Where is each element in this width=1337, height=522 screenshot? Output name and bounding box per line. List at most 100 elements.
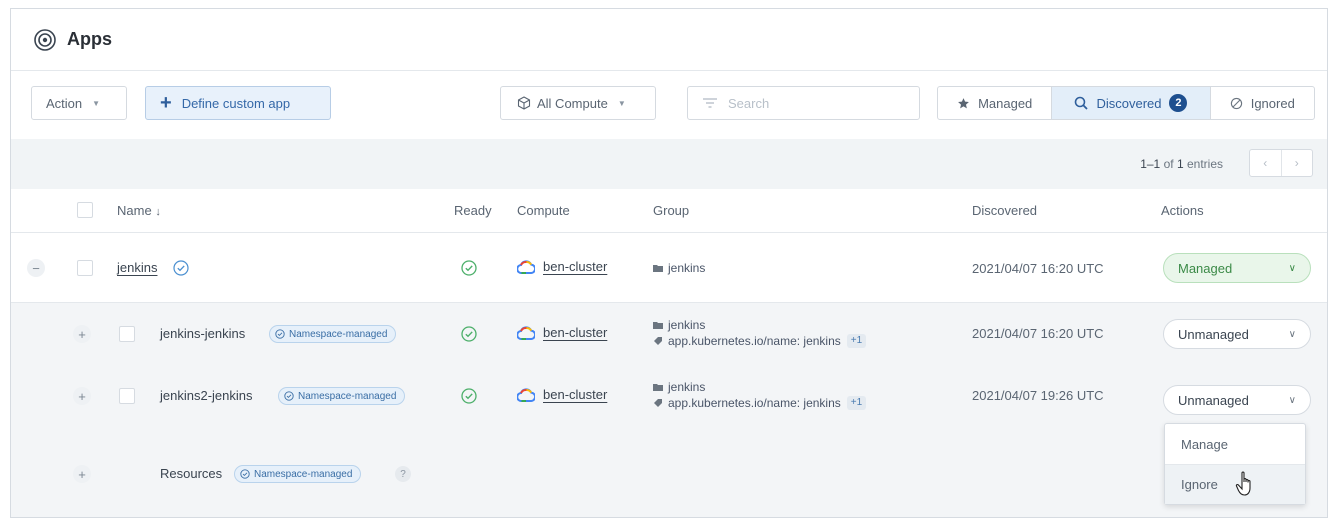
- column-discovered: Discovered: [972, 203, 1038, 218]
- discovered-count-badge: 2: [1169, 94, 1188, 112]
- row-checkbox[interactable]: [119, 326, 135, 342]
- toolbar: Action ▼ + Define custom app All Compute…: [11, 71, 1327, 139]
- ignored-icon: [1230, 97, 1242, 109]
- search-input[interactable]: Search: [687, 86, 920, 120]
- group-cell: jenkins app.kubernetes.io/name: jenkins …: [653, 379, 867, 411]
- app-name-link[interactable]: jenkins: [117, 260, 157, 275]
- action-value: Managed: [1178, 260, 1233, 276]
- apps-icon: [34, 28, 56, 51]
- tab-ignored[interactable]: Ignored: [1209, 87, 1314, 119]
- google-cloud-icon: [517, 325, 535, 340]
- page-header: Apps: [11, 9, 1327, 71]
- compute-filter-dropdown[interactable]: All Compute ▼: [500, 86, 656, 120]
- google-cloud-icon: [517, 259, 535, 274]
- search-placeholder: Search: [728, 95, 770, 111]
- badge-label: Namespace-managed: [254, 468, 353, 480]
- help-icon[interactable]: ?: [395, 466, 411, 482]
- table-row: − jenkins ben-cluster jenkins 2021/04/07…: [11, 233, 1327, 303]
- group-name: jenkins: [668, 261, 706, 275]
- app-name: jenkins2-jenkins: [160, 388, 253, 403]
- group-name: jenkins: [668, 318, 706, 332]
- check-circle-icon: [284, 391, 294, 401]
- column-group: Group: [653, 203, 690, 218]
- caret-down-icon: ▼: [92, 98, 101, 108]
- more-labels-badge[interactable]: +1: [846, 334, 867, 348]
- ready-check-icon: [461, 260, 477, 276]
- folder-icon: [653, 322, 663, 329]
- badge-label: Namespace-managed: [289, 328, 388, 340]
- discovered-time: 2021/04/07 16:20 UTC: [972, 326, 1104, 341]
- column-name[interactable]: Name ↓: [117, 203, 161, 218]
- namespace-managed-badge: Namespace-managed: [234, 465, 362, 483]
- table-row: + jenkins2-jenkins Namespace-managed ben…: [11, 365, 1327, 427]
- action-select[interactable]: Unmanaged ∨: [1163, 319, 1311, 349]
- sort-down-icon: ↓: [155, 206, 161, 218]
- select-all-checkbox[interactable]: [77, 202, 93, 218]
- entries-suffix: entries: [1186, 157, 1223, 171]
- discovered-time: 2021/04/07 16:20 UTC: [972, 261, 1104, 276]
- compute-label: ben-cluster: [543, 387, 608, 402]
- group-cell: jenkins app.kubernetes.io/name: jenkins …: [653, 317, 867, 349]
- badge-label: Namespace-managed: [298, 390, 397, 402]
- define-custom-app-button[interactable]: + Define custom app: [145, 86, 331, 120]
- tab-ignored-label: Ignored: [1250, 95, 1295, 111]
- tab-managed-label: Managed: [978, 95, 1033, 111]
- label-text: app.kubernetes.io/name: jenkins: [668, 334, 841, 348]
- resources-label: Resources: [160, 466, 223, 481]
- namespace-managed-badge: Namespace-managed: [269, 325, 397, 343]
- plus-icon: +: [160, 92, 172, 114]
- ready-check-icon: [461, 326, 477, 342]
- view-switcher: Managed Discovered 2 Ignored: [937, 86, 1315, 120]
- expand-icon[interactable]: +: [73, 387, 91, 405]
- action-value: Unmanaged: [1178, 326, 1249, 342]
- row-checkbox[interactable]: [77, 260, 93, 276]
- compute-label: ben-cluster: [543, 259, 608, 274]
- star-icon: [958, 97, 969, 108]
- next-page-button[interactable]: ›: [1282, 150, 1313, 176]
- namespace-managed-badge: Namespace-managed: [278, 387, 406, 405]
- tag-icon: [654, 337, 662, 345]
- action-select[interactable]: Unmanaged ∨: [1163, 385, 1311, 415]
- action-select[interactable]: Managed ∨: [1163, 253, 1311, 283]
- folder-icon: [653, 384, 663, 391]
- cube-icon: [517, 96, 531, 110]
- table-header: Name ↓ Ready Compute Group Discovered Ac…: [11, 189, 1327, 233]
- column-actions: Actions: [1161, 203, 1204, 218]
- hand-cursor-icon: [1235, 471, 1251, 496]
- discovered-time: 2021/04/07 19:26 UTC: [972, 388, 1104, 403]
- pager: ‹ ›: [1249, 149, 1313, 177]
- folder-icon: [653, 265, 663, 272]
- google-cloud-icon: [517, 387, 535, 402]
- expand-icon[interactable]: +: [73, 325, 91, 343]
- compute-link[interactable]: ben-cluster: [517, 387, 607, 402]
- compute-link[interactable]: ben-cluster: [517, 259, 607, 274]
- pagination-bar: 1–1 of 1 entries ‹ ›: [11, 139, 1327, 189]
- tag-icon: [654, 399, 662, 407]
- compute-link[interactable]: ben-cluster: [517, 325, 607, 340]
- compute-label: All Compute: [537, 95, 608, 111]
- filter-icon: [703, 98, 717, 108]
- entries-count: 1–1 of 1 entries: [1140, 157, 1223, 171]
- menu-item-manage[interactable]: Manage: [1165, 424, 1305, 464]
- app-name: jenkins-jenkins: [160, 326, 246, 341]
- collapse-icon[interactable]: −: [27, 259, 45, 277]
- tab-discovered[interactable]: Discovered 2: [1052, 87, 1210, 119]
- prev-page-button[interactable]: ‹: [1250, 150, 1282, 176]
- table-row: + Resources Namespace-managed ?: [11, 427, 1327, 517]
- entries-of: of: [1163, 157, 1174, 171]
- page-title: Apps: [67, 29, 112, 49]
- group-name: jenkins: [668, 380, 706, 394]
- action-label: Action: [46, 95, 83, 111]
- column-ready: Ready: [454, 203, 492, 218]
- check-circle-icon: [240, 469, 250, 479]
- row-checkbox[interactable]: [119, 388, 135, 404]
- entries-total: 1: [1176, 157, 1184, 171]
- entries-range: 1–1: [1140, 157, 1161, 171]
- managed-check-icon: [173, 260, 189, 276]
- action-dropdown[interactable]: Action ▼: [31, 86, 127, 120]
- column-compute: Compute: [517, 203, 570, 218]
- tab-discovered-label: Discovered: [1096, 95, 1162, 111]
- expand-icon[interactable]: +: [73, 465, 91, 483]
- tab-managed[interactable]: Managed: [938, 87, 1053, 119]
- more-labels-badge[interactable]: +1: [846, 396, 867, 410]
